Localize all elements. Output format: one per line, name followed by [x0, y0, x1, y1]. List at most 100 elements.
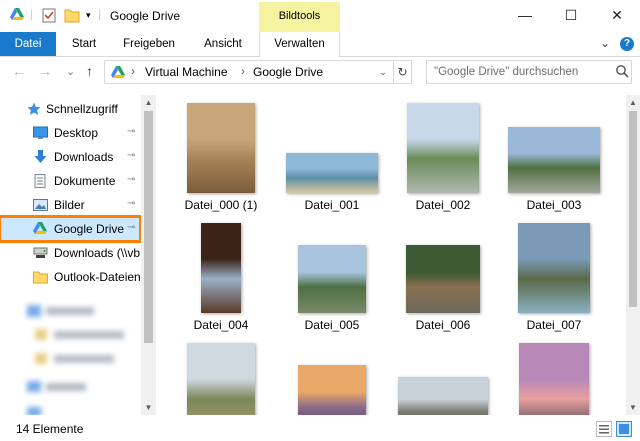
nav-quick-access[interactable]: Schnellzugriff [0, 97, 140, 121]
file-tile[interactable]: Datei_002 [388, 99, 498, 213]
file-name: Datei_005 [304, 318, 360, 332]
pin-icon[interactable]: ⊸ [127, 198, 135, 209]
folder-icon [33, 270, 48, 284]
file-tile[interactable]: Datei_000 (1) [166, 99, 276, 213]
file-name: Datei_000 (1) [184, 198, 258, 212]
window-title: Google Drive [110, 9, 181, 23]
file-tile[interactable]: Datei_001 [277, 99, 387, 213]
file-tile[interactable]: Datei_007 [499, 219, 609, 333]
tab-start[interactable]: Start [62, 32, 106, 56]
maximize-button[interactable]: ☐ [548, 0, 594, 30]
sidebar-item-downloads-network[interactable]: Downloads (\\vb [0, 241, 140, 265]
file-name: Datei_007 [526, 318, 582, 332]
ribbon-tabs: Datei Start Freigeben Ansicht Verwalten … [0, 32, 640, 57]
file-name: Datei_002 [415, 198, 471, 212]
item-count: 14 Elemente [16, 422, 84, 436]
tab-freigeben[interactable]: Freigeben [116, 32, 182, 56]
recent-locations-icon[interactable]: ⌄ [66, 65, 75, 78]
large-icons-view-icon[interactable] [616, 421, 632, 437]
toolbar-separator: | [98, 7, 102, 21]
file-tile[interactable]: Datei_005 [277, 219, 387, 333]
image-thumbnail [187, 343, 255, 415]
image-thumbnail [286, 153, 378, 193]
nav-quick-access-label: Schnellzugriff [46, 102, 118, 116]
search-placeholder: "Google Drive" durchsuchen [434, 66, 579, 78]
sidebar-item-bilder[interactable]: Bilder ⊸ [0, 193, 140, 217]
ribbon-collapse-icon[interactable]: ⌄ [600, 36, 610, 50]
breadcrumb-separator[interactable]: › [131, 64, 135, 78]
scroll-up-arrow-icon[interactable]: ▲ [626, 95, 640, 110]
pin-icon[interactable]: ⊸ [127, 174, 135, 185]
sidebar-item-outlook-dateien[interactable]: Outlook-Dateien [0, 265, 140, 289]
address-bar[interactable]: › Virtual Machine › Google Drive ⌄ ↻ [104, 60, 412, 84]
navigation-pane-scroll-thumb[interactable] [144, 111, 153, 343]
scroll-down-arrow-icon[interactable]: ▼ [141, 400, 156, 415]
network-drive-icon [33, 246, 48, 260]
content-scroll-thumb[interactable] [629, 111, 637, 307]
up-arrow-icon[interactable]: ↑ [86, 63, 93, 79]
minimize-button[interactable]: — [502, 0, 548, 30]
image-thumbnail [406, 245, 480, 313]
breadcrumb-google-drive[interactable]: Google Drive [253, 65, 323, 79]
tab-verwalten[interactable]: Verwalten [259, 32, 340, 57]
sidebar-item-label: Outlook-Dateien [54, 270, 140, 284]
back-arrow-icon[interactable]: ← [12, 63, 26, 79]
file-tile[interactable]: Datei_009 [277, 339, 387, 415]
file-tile[interactable]: Datei_011 [499, 339, 609, 415]
new-folder-icon[interactable] [64, 8, 80, 26]
pin-icon[interactable]: ⊸ [127, 222, 135, 233]
search-icon [616, 65, 629, 78]
pictures-icon [33, 198, 48, 212]
breadcrumb-separator[interactable]: › [241, 64, 245, 78]
sidebar-item-desktop[interactable]: Desktop ⊸ [0, 121, 140, 145]
image-thumbnail [187, 103, 255, 193]
image-thumbnail [398, 377, 488, 415]
image-thumbnail [518, 223, 590, 313]
file-tile[interactable]: Datei_004 [166, 219, 276, 333]
close-button[interactable]: ✕ [594, 0, 640, 30]
sidebar-item-label: Downloads (\\vb [54, 246, 140, 260]
file-tile[interactable]: Datei_010 [388, 339, 498, 415]
navigation-pane: Schnellzugriff Desktop ⊸ Downloads ⊸ Dok… [0, 95, 156, 415]
details-view-icon[interactable] [596, 421, 612, 437]
star-icon [27, 102, 42, 116]
sidebar-item-downloads[interactable]: Downloads ⊸ [0, 145, 140, 169]
forward-arrow-icon[interactable]: → [38, 63, 52, 79]
refresh-icon[interactable]: ↻ [393, 61, 411, 83]
file-list: Datei_000 (1) Datei_001 Datei_002 Datei_003… [158, 95, 628, 415]
desktop-icon [33, 126, 48, 140]
file-tile[interactable]: Datei_006 [388, 219, 498, 333]
contextual-tab-group-label: Bildtools [259, 2, 340, 32]
scroll-up-arrow-icon[interactable]: ▲ [141, 95, 156, 110]
file-name: Datei_003 [526, 198, 582, 212]
breadcrumb-virtual-machine[interactable]: Virtual Machine [145, 65, 228, 79]
google-drive-icon [111, 66, 125, 82]
image-thumbnail [298, 365, 366, 415]
customize-toolbar-icon[interactable]: ▾ [86, 10, 91, 21]
properties-icon[interactable] [42, 8, 56, 26]
image-thumbnail [508, 127, 600, 193]
address-history-dropdown-icon[interactable]: ⌄ [375, 61, 391, 83]
file-name: Datei_006 [415, 318, 471, 332]
tab-datei[interactable]: Datei [0, 32, 56, 56]
status-bar: 14 Elemente [0, 418, 640, 441]
scroll-down-arrow-icon[interactable]: ▼ [626, 400, 640, 415]
file-tile[interactable]: Datei_003 [499, 99, 609, 213]
image-thumbnail [298, 245, 366, 313]
image-thumbnail [407, 103, 479, 193]
google-drive-icon [33, 222, 48, 236]
address-row: ← → ⌄ ↑ › Virtual Machine › Google Drive… [0, 57, 640, 87]
document-icon [33, 174, 48, 188]
tab-ansicht[interactable]: Ansicht [194, 32, 252, 56]
pin-icon[interactable]: ⊸ [127, 150, 135, 161]
sidebar-item-dokumente[interactable]: Dokumente ⊸ [0, 169, 140, 193]
image-thumbnail [201, 223, 241, 313]
image-thumbnail [519, 343, 589, 415]
google-drive-small-icon[interactable] [10, 8, 24, 24]
search-input[interactable]: "Google Drive" durchsuchen [426, 60, 632, 84]
download-icon [33, 150, 48, 164]
pin-icon[interactable]: ⊸ [127, 126, 135, 137]
help-icon[interactable]: ? [620, 37, 634, 51]
sidebar-item-google-drive[interactable]: Google Drive ⊸ [0, 215, 142, 243]
file-tile[interactable]: Datei_008 [166, 339, 276, 415]
